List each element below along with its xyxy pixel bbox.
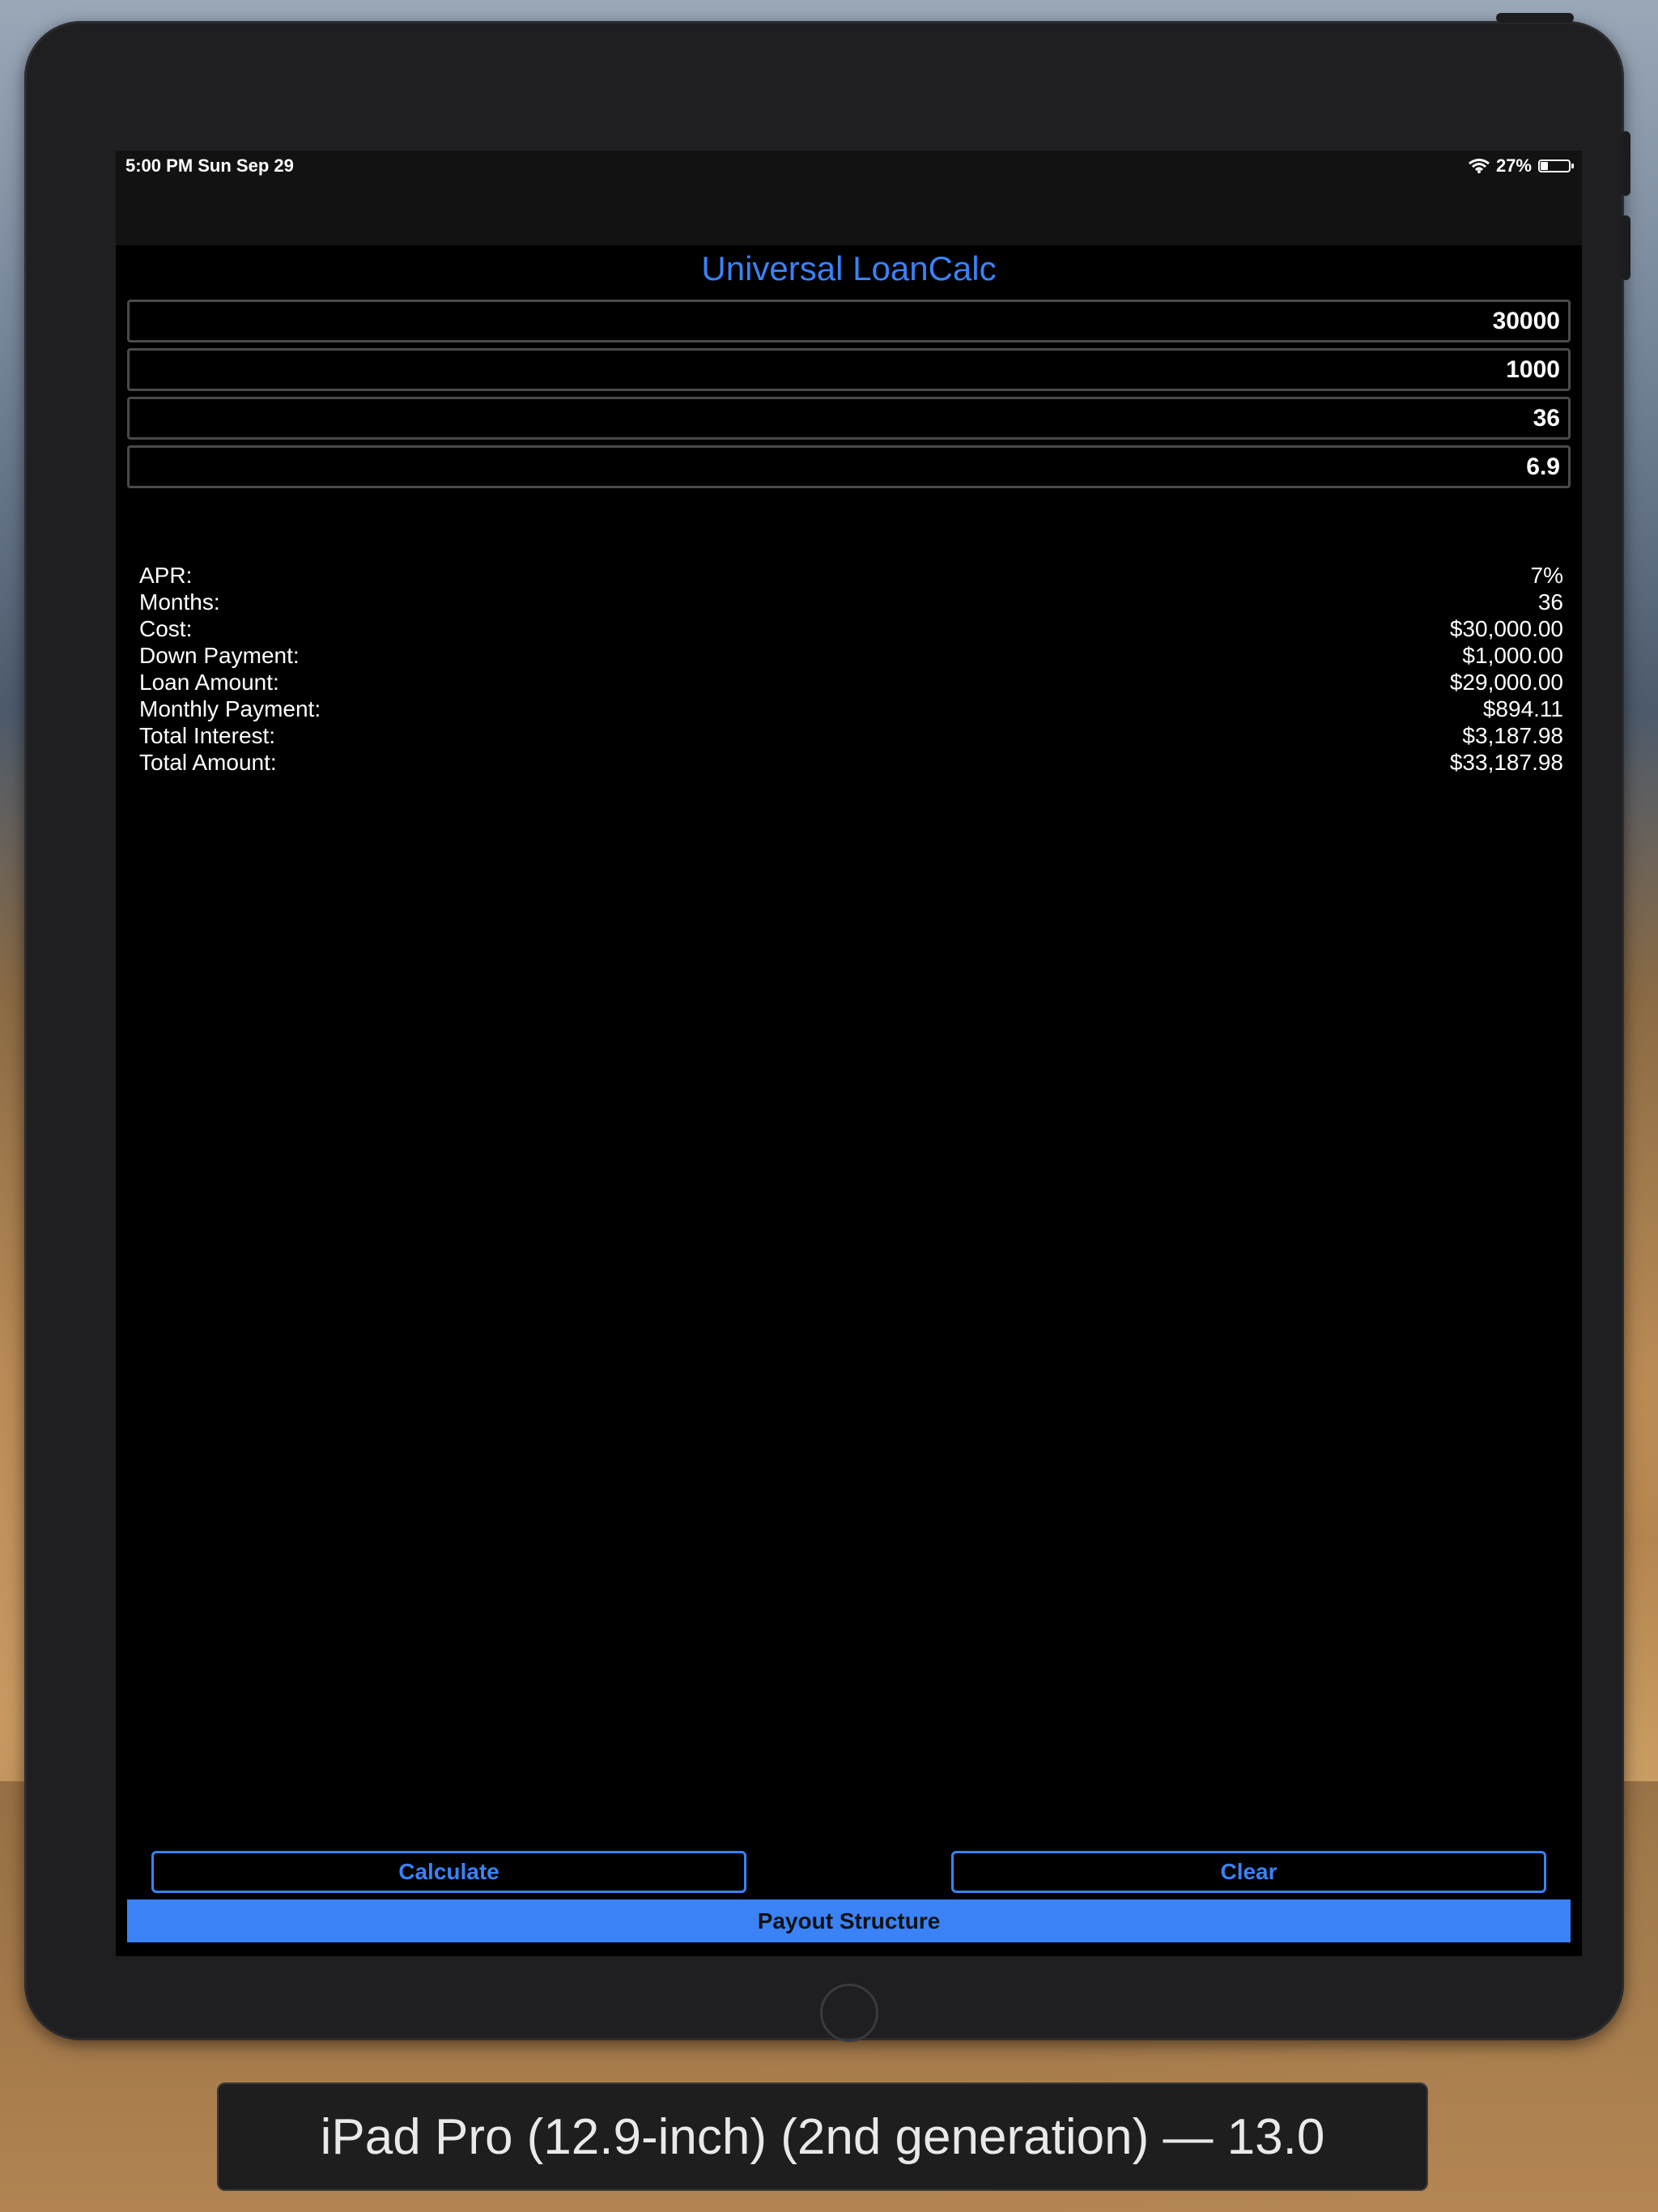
result-value: 36 (1537, 589, 1563, 615)
battery-level-fill (1541, 162, 1548, 170)
battery-icon (1538, 160, 1574, 172)
months-input[interactable] (130, 399, 1568, 437)
app-screen: 5:00 PM Sun Sep 29 27% Universal LoanCal… (116, 151, 1582, 1956)
top-button[interactable] (1496, 13, 1574, 23)
clear-button[interactable]: Clear (951, 1851, 1546, 1893)
result-row-total-amount: Total Amount: $33,187.98 (139, 749, 1563, 776)
volume-up-button[interactable] (1621, 131, 1630, 196)
wifi-icon (1469, 159, 1490, 173)
app-title: Universal LoanCalc (701, 249, 997, 287)
result-value: $1,000.00 (1462, 643, 1563, 668)
result-row-months: Months: 36 (139, 589, 1563, 615)
down-payment-input[interactable] (130, 351, 1568, 389)
ipad-device-frame: 5:00 PM Sun Sep 29 27% Universal LoanCal… (24, 13, 1630, 2042)
result-label: APR: (139, 563, 193, 588)
status-bar: 5:00 PM Sun Sep 29 27% (116, 151, 1582, 245)
result-value: $29,000.00 (1449, 670, 1563, 695)
result-row-loan-amount: Loan Amount: $29,000.00 (139, 669, 1563, 696)
calculate-button[interactable]: Calculate (151, 1851, 746, 1893)
result-row-monthly-payment: Monthly Payment: $894.11 (139, 696, 1563, 722)
result-label: Months: (139, 589, 220, 615)
interest-rate-input[interactable] (130, 448, 1568, 486)
result-value: $33,187.98 (1449, 750, 1563, 775)
status-time: 5:00 PM Sun Sep 29 (125, 155, 294, 176)
result-value: $894.11 (1482, 696, 1563, 721)
result-label: Monthly Payment: (139, 696, 321, 721)
status-indicators: 27% (1469, 155, 1574, 177)
battery-percentage: 27% (1495, 155, 1532, 176)
interest-rate-field[interactable] (127, 445, 1571, 488)
result-row-apr: APR: 7% (139, 562, 1563, 589)
down-payment-field[interactable] (127, 348, 1571, 391)
result-value: $30,000.00 (1449, 616, 1563, 641)
result-label: Down Payment: (139, 643, 300, 668)
result-label: Loan Amount: (139, 670, 279, 695)
result-label: Total Amount: (139, 750, 277, 775)
result-label: Cost: (139, 616, 193, 641)
months-field[interactable] (127, 397, 1571, 440)
result-row-cost: Cost: $30,000.00 (139, 615, 1563, 642)
result-value: $3,187.98 (1462, 723, 1563, 748)
payout-structure-button[interactable]: Payout Structure (127, 1899, 1571, 1942)
cost-input[interactable] (130, 302, 1568, 340)
results-list: APR: 7% Months: 36 Cost: $30,000.00 Down… (139, 562, 1563, 776)
result-label: Total Interest: (139, 723, 276, 748)
result-row-down-payment: Down Payment: $1,000.00 (139, 642, 1563, 669)
cost-field[interactable] (127, 300, 1571, 342)
result-row-total-interest: Total Interest: $3,187.98 (139, 722, 1563, 749)
home-button[interactable] (820, 1984, 878, 2042)
simulator-device-label: iPad Pro (12.9-inch) (2nd generation) — … (217, 2082, 1428, 2191)
volume-down-button[interactable] (1621, 215, 1630, 280)
result-value: 7% (1530, 563, 1563, 588)
